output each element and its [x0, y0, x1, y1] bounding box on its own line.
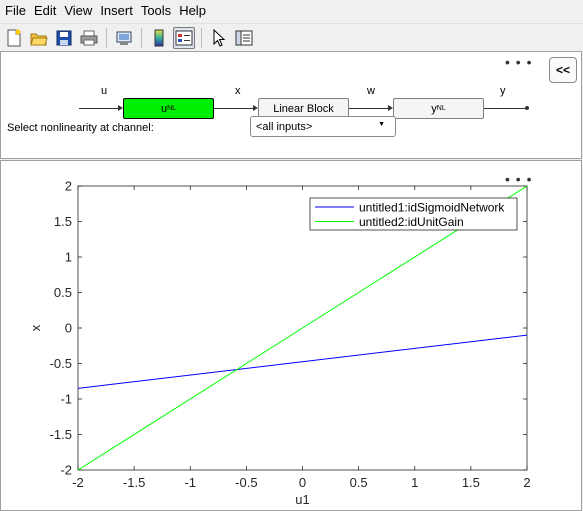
- toolbar-separator: [201, 27, 202, 48]
- model-structure-panel: • • • << u x w y u NL Linear Block y NL Se…: [0, 51, 582, 159]
- pointer-button[interactable]: [208, 27, 230, 49]
- colorbar-icon: [154, 29, 164, 46]
- colorbar-button[interactable]: [148, 27, 170, 49]
- channel-select-value: <all inputs>: [256, 120, 313, 133]
- print-preview-icon: [116, 31, 132, 45]
- signal-label-u: u: [101, 85, 108, 97]
- new-figure-icon: [7, 29, 21, 46]
- open-file-button[interactable]: [28, 27, 50, 49]
- linear-block-label: Linear Block: [273, 102, 334, 115]
- property-inspector-icon: [235, 30, 253, 45]
- wire-output: [484, 108, 526, 109]
- signal-label-x: x: [235, 85, 241, 97]
- print-preview-button[interactable]: [113, 27, 135, 49]
- print-button[interactable]: [78, 27, 100, 49]
- nonlinearity-plot-panel: • • •: [0, 160, 582, 511]
- toolbar: [0, 23, 583, 51]
- toolbar-separator: [106, 27, 107, 48]
- menu-tools[interactable]: Tools: [136, 0, 174, 22]
- output-nonlinearity-block[interactable]: y NL: [393, 98, 484, 119]
- channel-select[interactable]: <all inputs> ▼: [250, 116, 396, 137]
- wire-input: [79, 108, 118, 109]
- legend-icon: [175, 30, 193, 45]
- toolbar-separator: [141, 27, 142, 48]
- signal-label-y: y: [500, 85, 506, 97]
- output-terminal: [525, 106, 529, 110]
- menu-file[interactable]: File: [0, 0, 29, 22]
- pointer-icon: [213, 28, 226, 47]
- wire-w: [349, 108, 388, 109]
- new-figure-button[interactable]: [3, 27, 25, 49]
- menu-insert[interactable]: Insert: [95, 0, 136, 22]
- collapse-button[interactable]: <<: [549, 57, 577, 83]
- menu-view[interactable]: View: [59, 0, 95, 22]
- signal-label-w: w: [367, 85, 375, 97]
- menu-edit[interactable]: Edit: [29, 0, 59, 22]
- input-nonlinearity-subscript: NL: [167, 105, 177, 112]
- output-nonlinearity-subscript: NL: [436, 105, 446, 112]
- property-inspector-button[interactable]: [233, 27, 255, 49]
- print-icon: [80, 30, 98, 45]
- wire-x: [214, 108, 253, 109]
- select-nonlinearity-label: Select nonlinearity at channel:: [7, 122, 154, 134]
- chevron-down-icon: ▼: [378, 121, 385, 128]
- menu-bar: File Edit View Insert Tools Help: [0, 0, 583, 22]
- input-nonlinearity-block[interactable]: u NL: [123, 98, 214, 119]
- save-icon: [56, 30, 72, 45]
- menu-help[interactable]: Help: [174, 0, 209, 22]
- open-file-icon: [30, 33, 48, 45]
- save-button[interactable]: [53, 27, 75, 49]
- more-options-icon[interactable]: • • •: [505, 172, 532, 186]
- legend-button[interactable]: [173, 26, 195, 49]
- more-options-icon[interactable]: • • •: [505, 55, 532, 69]
